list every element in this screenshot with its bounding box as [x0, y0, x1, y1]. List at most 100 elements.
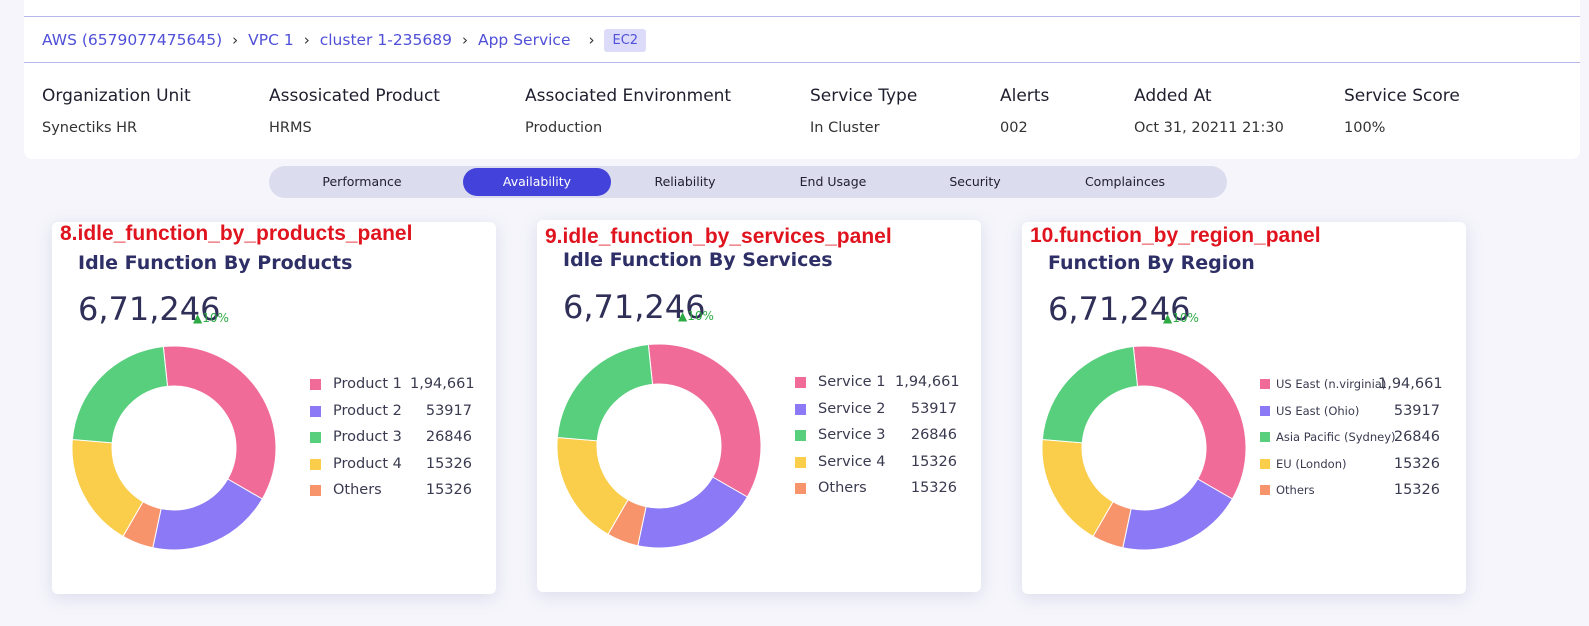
legend-value: 1,94,661: [895, 374, 960, 390]
info-value: Oct 31, 20211 21:30: [1134, 120, 1284, 136]
tab-performance[interactable]: Performance: [293, 168, 431, 196]
breadcrumb-item-vpc[interactable]: VPC 1: [248, 31, 294, 49]
legend-value: 15326: [910, 454, 957, 470]
legend-item: Product 4: [310, 454, 402, 474]
legend-swatch: [795, 456, 806, 468]
donut-slice-us-east-n-virginia[interactable]: [1132, 345, 1247, 500]
donut-slice-service-2[interactable]: [637, 476, 749, 549]
legend-swatch: [310, 378, 321, 390]
legend-value: 15326: [1393, 456, 1440, 472]
tab-end-usage[interactable]: End Usage: [769, 168, 897, 196]
tab-reliability[interactable]: Reliability: [621, 168, 749, 196]
panel-annotation-tag: 8.idle_function_by_products_panel: [60, 222, 413, 245]
info-service-score: Service Score 100%: [1344, 86, 1460, 136]
legend-swatch: [795, 376, 806, 388]
legend-label: US East (n.virginia): [1276, 377, 1387, 391]
legend-item: Others: [795, 478, 867, 498]
legend-swatch: [310, 458, 321, 470]
legend-value: 26846: [910, 427, 957, 443]
legend-value: 53917: [910, 401, 957, 417]
legend-item: Others: [1260, 480, 1315, 500]
legend-item: Service 3: [795, 425, 885, 445]
legend-label: Service 1: [818, 374, 886, 390]
legend-swatch: [795, 403, 806, 415]
info-service-type: Service Type In Cluster: [810, 86, 917, 136]
donut-slice-us-east-ohio[interactable]: [1122, 478, 1234, 551]
legend-label: US East (Ohio): [1276, 404, 1360, 418]
legend-item: Asia Pacific (Sydney): [1260, 427, 1396, 447]
panel-annotation-tag: 10.function_by_region_panel: [1030, 224, 1321, 247]
info-label: Assosicated Product: [269, 86, 440, 106]
tab-availability[interactable]: Availability: [463, 168, 611, 196]
tab-security[interactable]: Security: [911, 168, 1039, 196]
legend-value: 26846: [1393, 429, 1440, 445]
info-value: HRMS: [269, 120, 312, 136]
chevron-right-icon: ›: [303, 31, 310, 49]
breadcrumb-item-aws[interactable]: AWS (6579077475645): [42, 31, 222, 49]
info-label: Alerts: [1000, 86, 1050, 106]
arrow-up-icon: ▲: [1163, 311, 1173, 325]
legend-value: 15326: [425, 482, 472, 498]
donut-slice-product-1[interactable]: [162, 345, 277, 500]
divider-top: [24, 16, 1580, 17]
chevron-right-icon: ›: [232, 31, 239, 49]
legend-label: Product 2: [333, 403, 402, 419]
legend-swatch: [310, 431, 321, 443]
change-indicator: ▲10%: [1163, 311, 1199, 325]
legend-label: Service 2: [818, 401, 886, 417]
legend-value: 53917: [1393, 403, 1440, 419]
info-associated-environment: Associated Environment Production: [525, 86, 731, 136]
legend-value: 26846: [425, 429, 472, 445]
change-value: 10%: [202, 311, 229, 325]
panel-title: Function By Region: [1048, 252, 1255, 274]
legend-item: US East (Ohio): [1260, 401, 1359, 421]
donut-slice-service-3[interactable]: [556, 344, 654, 442]
info-label: Service Score: [1344, 86, 1460, 106]
legend-swatch: [795, 482, 806, 494]
legend-label: Service 4: [818, 454, 886, 470]
legend-item: Product 2: [310, 401, 402, 421]
legend-label: Product 1: [333, 376, 402, 392]
tab-complainces[interactable]: Complainces: [1065, 168, 1185, 196]
breadcrumb-item-app-service[interactable]: App Service: [478, 31, 571, 49]
info-value: 002: [1000, 120, 1028, 136]
info-label: Added At: [1134, 86, 1212, 106]
category-tabs: Performance Availability Reliability End…: [269, 166, 1227, 198]
legend-swatch: [1260, 459, 1270, 469]
change-indicator: ▲10%: [193, 311, 229, 325]
idle-function-by-products-panel: 8.idle_function_by_products_panel Idle F…: [52, 222, 496, 594]
legend-label: Others: [818, 480, 867, 496]
legend-label: Others: [1276, 483, 1315, 497]
legend-label: Product 4: [333, 456, 402, 472]
breadcrumb-current-badge: EC2: [604, 28, 647, 52]
legend-swatch: [310, 484, 321, 496]
legend-item: US East (n.virginia): [1260, 374, 1386, 394]
legend-item: Service 2: [795, 399, 885, 419]
legend-swatch: [310, 405, 321, 417]
legend-value: 1,94,661: [410, 376, 475, 392]
donut-slice-product-3[interactable]: [71, 346, 169, 444]
donut-slice-product-2[interactable]: [152, 478, 264, 551]
info-value: 100%: [1344, 120, 1386, 136]
panel-annotation-tag: 9.idle_function_by_services_panel: [545, 225, 892, 248]
arrow-up-icon: ▲: [678, 309, 688, 323]
legend-value: 15326: [910, 480, 957, 496]
info-label: Associated Environment: [525, 86, 732, 106]
donut-slice-service-1[interactable]: [647, 343, 762, 498]
donut-slice-asia-pacific-sydney[interactable]: [1041, 346, 1139, 444]
legend-swatch: [1260, 379, 1270, 389]
legend-item: Others: [310, 480, 382, 500]
info-value: Synectiks HR: [42, 120, 138, 136]
change-value: 10%: [1172, 311, 1199, 325]
panel-title: Idle Function By Services: [563, 249, 833, 271]
legend-label: Service 3: [818, 427, 886, 443]
divider-mid: [24, 62, 1580, 63]
legend-value: 15326: [1393, 482, 1440, 498]
legend-label: Product 3: [333, 429, 402, 445]
info-organization-unit: Organization Unit Synectiks HR: [42, 86, 191, 136]
info-label: Service Type: [810, 86, 918, 106]
breadcrumb-item-cluster[interactable]: cluster 1-235689: [320, 31, 452, 49]
idle-function-by-services-panel: 9.idle_function_by_services_panel Idle F…: [537, 220, 981, 592]
change-indicator: ▲10%: [678, 309, 714, 323]
legend-item: Product 1: [310, 374, 402, 394]
